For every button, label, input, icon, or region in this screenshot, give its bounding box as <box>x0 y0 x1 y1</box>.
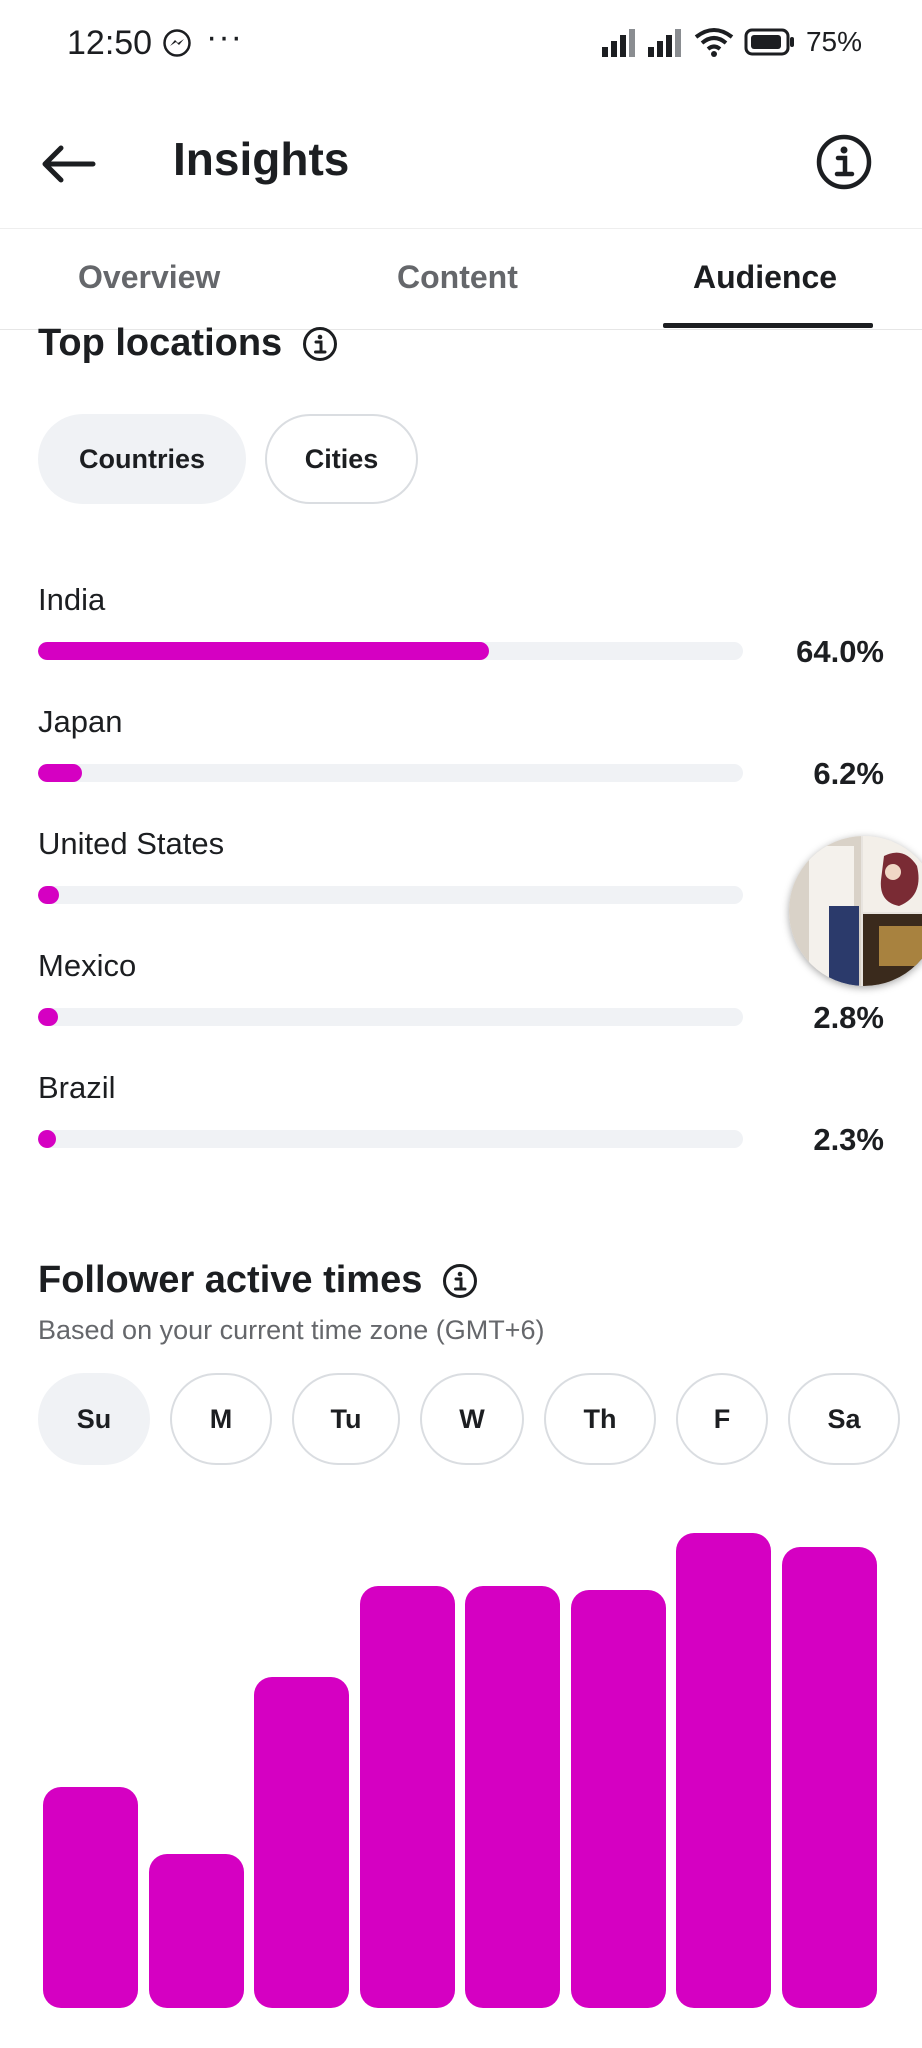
top-locations-header: Top locations <box>38 322 338 365</box>
back-arrow-icon <box>42 145 96 183</box>
location-bar-fill <box>38 886 60 904</box>
follower-active-times-header: Follower active times <box>38 1259 478 1302</box>
follower-active-times-title: Follower active times <box>38 1259 423 1301</box>
location-name: Brazil <box>38 1070 116 1105</box>
info-icon[interactable] <box>442 1263 478 1299</box>
location-percent: 6.2% <box>813 756 884 791</box>
chart-bar <box>465 1586 560 2008</box>
day-sunday[interactable]: Su <box>38 1373 150 1465</box>
day-thursday[interactable]: Th <box>544 1373 656 1465</box>
back-button[interactable] <box>38 134 98 194</box>
battery-percent: 75% <box>805 26 862 57</box>
day-monday[interactable]: M <box>170 1373 272 1465</box>
top-locations-title: Top locations <box>38 322 283 364</box>
tab-overview[interactable]: Overview <box>78 259 220 296</box>
location-bar-fill <box>38 764 82 782</box>
chart-bar <box>676 1533 771 2008</box>
info-icon[interactable] <box>302 326 338 362</box>
location-bar-fill <box>38 642 490 660</box>
messenger-icon <box>163 29 191 57</box>
status-time: 12:50 <box>67 24 153 62</box>
notification-more-dots: ··· <box>206 18 243 56</box>
location-percent: 2.3% <box>813 1122 884 1157</box>
location-bar-track <box>38 1130 743 1148</box>
day-tuesday[interactable]: Tu <box>292 1373 400 1465</box>
location-row: Brazil <box>38 1070 116 1106</box>
location-row: India <box>38 582 105 618</box>
location-percent: 2.8% <box>813 1000 884 1035</box>
location-bar-track <box>38 764 743 782</box>
chart-bar <box>570 1590 666 2008</box>
location-name: Mexico <box>38 948 137 983</box>
signal-icon <box>601 29 635 57</box>
location-percent: 64.0% <box>796 634 884 669</box>
day-saturday[interactable]: Sa <box>788 1373 900 1465</box>
location-bar-track <box>38 1008 743 1026</box>
active-times-chart <box>0 1500 922 2020</box>
tab-content[interactable]: Content <box>397 259 518 296</box>
location-name: India <box>38 582 106 617</box>
page-title: Insights <box>173 133 350 185</box>
floating-chat-head[interactable] <box>789 836 922 986</box>
location-name: United States <box>38 826 225 861</box>
tab-bar: Overview Content Audience <box>0 228 922 330</box>
location-bar-fill <box>38 1130 56 1148</box>
chart-bar <box>148 1854 244 2008</box>
chat-head-photo <box>789 836 922 986</box>
info-icon-button[interactable] <box>816 134 872 190</box>
location-bar-track <box>38 886 743 904</box>
location-row: Mexico <box>38 948 136 984</box>
battery-icon <box>744 28 794 56</box>
day-wednesday[interactable]: W <box>420 1373 524 1465</box>
tab-audience[interactable]: Audience <box>693 259 837 296</box>
status-indicators: 75% <box>601 26 862 58</box>
location-name: Japan <box>38 704 123 739</box>
location-bar-track <box>38 642 743 660</box>
chart-bar <box>781 1547 877 2008</box>
location-row: United States <box>38 826 224 862</box>
chart-bar <box>43 1787 138 2008</box>
active-tab-indicator <box>663 323 873 328</box>
chart-bar <box>359 1586 455 2008</box>
filter-countries[interactable]: Countries <box>38 414 246 504</box>
day-friday[interactable]: F <box>676 1373 768 1465</box>
chart-bar <box>254 1677 349 2008</box>
signal-icon-2 <box>647 29 681 57</box>
time-zone-subtitle: Based on your current time zone (GMT+6) <box>38 1315 545 1345</box>
wifi-icon <box>694 28 734 57</box>
location-bar-fill <box>38 1008 58 1026</box>
filter-cities[interactable]: Cities <box>265 414 418 504</box>
location-row: Japan <box>38 704 122 740</box>
